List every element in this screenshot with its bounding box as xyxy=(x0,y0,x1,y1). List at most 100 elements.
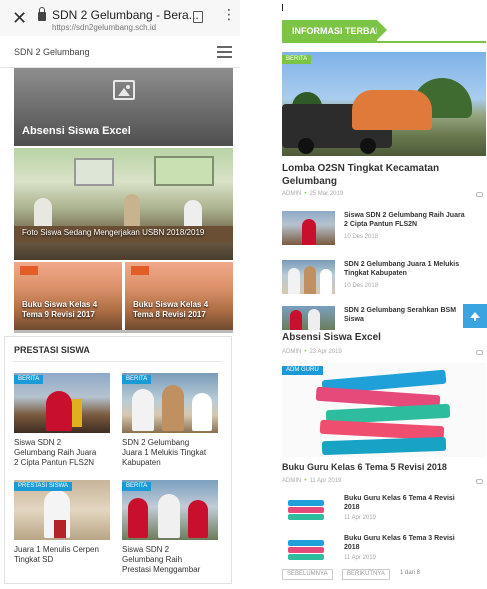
post-author[interactable]: ADMIN xyxy=(282,191,301,197)
category-badge[interactable]: PRESTASI SISWA xyxy=(14,482,73,491)
post-author[interactable]: ADMIN xyxy=(282,478,301,484)
photo-skirt xyxy=(54,520,66,538)
post-date: 11 Apr 2019 xyxy=(344,555,376,561)
article-title[interactable]: Siswa SDN 2 Gelumbang Raih Prestasi Meng… xyxy=(122,545,222,575)
article-title[interactable]: Buku Guru Kelas 6 Tema 4 Revisi 2018 xyxy=(344,494,486,512)
category-badge[interactable]: BERITA xyxy=(14,375,44,384)
left-phone-screen: ✕ SDN 2 Gelumbang - Bera... https://sdn2… xyxy=(0,0,240,589)
category-badge[interactable]: BERITA xyxy=(122,482,152,491)
article-thumbnail[interactable] xyxy=(282,306,335,330)
book-illustration xyxy=(288,500,324,506)
post-date: 23 Apr 2019 xyxy=(309,349,342,355)
photo-person xyxy=(290,310,302,330)
photo-person xyxy=(128,498,148,538)
section-heading: PRESTASI SISWA xyxy=(14,345,90,355)
photo-person xyxy=(288,268,300,294)
post-author[interactable]: ADMIN xyxy=(282,349,301,355)
photo-students xyxy=(352,90,432,130)
article-title[interactable]: Siswa SDN 2 Gelumbang Raih Juara 2 Cipta… xyxy=(14,438,114,468)
article-thumbnail[interactable] xyxy=(282,211,335,245)
article-title[interactable]: Buku Guru Kelas 6 Tema 3 Revisi 2018 xyxy=(344,534,486,552)
close-icon[interactable]: ✕ xyxy=(12,8,27,29)
text-cursor xyxy=(282,4,283,11)
pager-next-button[interactable]: BERIKUTNYA xyxy=(342,569,390,580)
post-date: 10 Des 2018 xyxy=(344,283,379,289)
list-item[interactable]: Siswa SDN 2 Gelumbang Raih Juara 2 Cipta… xyxy=(282,211,486,247)
prestasi-section: PRESTASI SISWA BERITA Siswa SDN 2 Gelumb… xyxy=(4,336,232,584)
article-title[interactable]: Siswa SDN 2 Gelumbang Raih Juara 2 Cipta… xyxy=(344,211,486,229)
post-date: 11 Apr 2019 xyxy=(309,478,342,484)
article-title[interactable]: SDN 2 Gelumbang Juara 1 Melukis Tingkat … xyxy=(122,438,222,468)
category-badge[interactable]: BERITA xyxy=(122,375,152,384)
post-date: 25 Mar 2019 xyxy=(309,191,344,197)
article-title[interactable]: SDN 2 Gelumbang Juara 1 Melukis Tingkat … xyxy=(344,260,486,278)
site-name[interactable]: SDN 2 Gelumbang xyxy=(14,47,90,57)
slider-card-buku-tema-8[interactable]: Buku Siswa Kelas 4 Tema 8 Revisi 2017 xyxy=(125,262,233,330)
kebab-menu-icon[interactable]: ⋮ xyxy=(222,8,236,22)
slider-divider xyxy=(14,330,233,333)
bookmark-icon[interactable] xyxy=(193,11,203,23)
article-thumbnail[interactable] xyxy=(282,494,335,524)
photo-wheel xyxy=(298,138,314,154)
post-date: 10 Des 2018 xyxy=(344,234,379,240)
photo-trophy xyxy=(72,399,82,427)
book-illustration xyxy=(288,540,324,546)
post-meta: ADMIN • 11 Apr 2019 xyxy=(282,478,342,484)
category-badge[interactable]: ADM GURU xyxy=(282,366,323,375)
slider-card-title[interactable]: Buku Siswa Kelas 4 xyxy=(22,300,97,309)
book-illustration xyxy=(288,547,324,553)
photo-person xyxy=(302,219,316,245)
slider-card-title[interactable]: Foto Siswa Sedang Mengerjakan USBN 2018/… xyxy=(22,228,204,237)
section-badge: INFORMASI TERBARU xyxy=(282,20,389,41)
photo-person xyxy=(162,385,184,431)
right-phone-screen: INFORMASI TERBARU BERITA Lomba O2SN Ting… xyxy=(276,0,487,589)
post-meta: ADMIN • 25 Mar 2019 xyxy=(282,191,344,197)
classroom-person xyxy=(184,200,202,228)
classroom-person xyxy=(34,198,52,228)
article-thumbnail[interactable] xyxy=(282,260,335,294)
card-ribbon xyxy=(20,266,39,275)
slider-card-title[interactable]: Absensi Siswa Excel xyxy=(22,125,131,137)
photo-person xyxy=(132,389,154,431)
scroll-to-top-button[interactable] xyxy=(463,304,487,328)
photo-wheel xyxy=(360,138,376,154)
slider-card-title[interactable]: Tema 9 Revisi 2017 xyxy=(22,310,95,319)
featured-title[interactable]: Lomba O2SN Tingkat Kecamatan Gelumbang xyxy=(282,162,486,188)
photo-person xyxy=(320,269,332,294)
classroom-board xyxy=(74,158,114,186)
classroom-window xyxy=(154,156,214,186)
photo-person xyxy=(308,309,320,330)
slider-card-absensi[interactable]: Absensi Siswa Excel xyxy=(14,68,233,146)
browser-page-title[interactable]: SDN 2 Gelumbang - Bera... xyxy=(52,8,199,22)
post-heading[interactable]: Absensi Siswa Excel xyxy=(282,332,381,343)
article-title[interactable]: Juara 1 Menulis Cerpen Tingkat SD xyxy=(14,545,114,565)
browser-toolbar: ✕ SDN 2 Gelumbang - Bera... https://sdn2… xyxy=(0,0,240,36)
browser-url[interactable]: https://sdn2gelumbang.sch.id xyxy=(52,23,156,32)
slider-card-title[interactable]: Buku Siswa Kelas 4 xyxy=(133,300,208,309)
pager-prev-button[interactable]: SEBELUMNYA xyxy=(282,569,333,580)
category-badge[interactable]: BERITA xyxy=(282,55,312,64)
image-placeholder-icon xyxy=(113,80,135,100)
books-image[interactable] xyxy=(282,363,486,457)
book-illustration xyxy=(288,554,324,560)
card-ribbon xyxy=(131,266,150,275)
comment-icon[interactable] xyxy=(476,479,483,484)
slider-card-buku-tema-9[interactable]: Buku Siswa Kelas 4 Tema 9 Revisi 2017 xyxy=(14,262,122,330)
photo-person xyxy=(158,494,180,538)
classroom-person xyxy=(124,194,140,228)
list-item[interactable]: SDN 2 Gelumbang Juara 1 Melukis Tingkat … xyxy=(282,260,486,296)
slider-card-usbn[interactable]: Foto Siswa Sedang Mengerjakan USBN 2018/… xyxy=(14,148,233,260)
comment-icon[interactable] xyxy=(476,350,483,355)
post-title[interactable]: Buku Guru Kelas 6 Tema 5 Revisi 2018 xyxy=(282,462,447,472)
section-divider xyxy=(13,361,223,362)
list-item[interactable]: Buku Guru Kelas 6 Tema 3 Revisi 2018 11 … xyxy=(282,534,486,568)
list-item[interactable]: Buku Guru Kelas 6 Tema 4 Revisi 2018 11 … xyxy=(282,494,486,528)
hamburger-icon[interactable] xyxy=(217,46,232,58)
comment-icon[interactable] xyxy=(476,192,483,197)
photo-person xyxy=(188,500,208,538)
slider-card-title[interactable]: Tema 8 Revisi 2017 xyxy=(133,310,206,319)
article-thumbnail[interactable] xyxy=(282,534,335,564)
featured-image[interactable] xyxy=(282,52,486,156)
site-header: SDN 2 Gelumbang xyxy=(0,36,240,68)
book-illustration xyxy=(321,436,447,456)
